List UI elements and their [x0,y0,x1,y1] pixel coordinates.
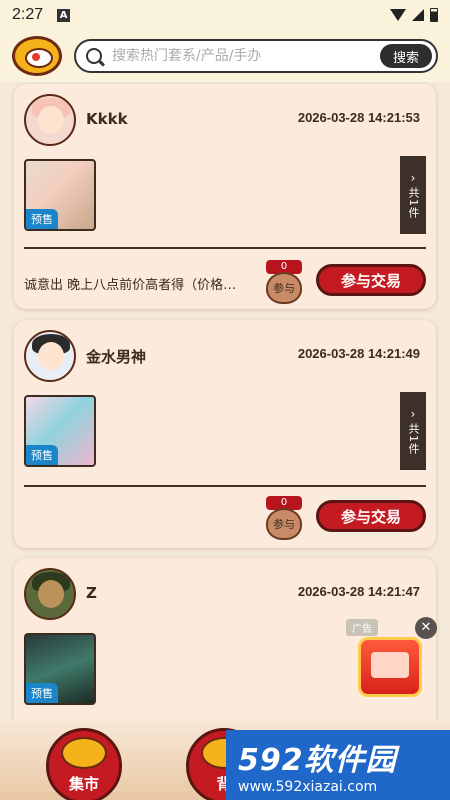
app-logo-icon[interactable] [12,36,62,76]
search-bar[interactable]: 搜索 [74,39,438,73]
post-timestamp: 2026-03-28 14:21:53 [297,110,420,125]
nav-market[interactable]: 集市 [46,728,122,800]
battery-icon [430,8,438,22]
username[interactable]: Z [86,584,97,602]
join-counter[interactable]: 0 参与 [264,496,306,542]
red-envelope-icon[interactable] [358,637,422,697]
post-timestamp: 2026-03-28 14:21:49 [297,346,420,361]
post-card[interactable]: Kkkk 2026-03-28 14:21:53 预售 › 共1件 诚意出 晚上… [14,84,436,309]
avatar[interactable] [24,568,76,620]
search-icon [86,48,102,64]
divider [24,247,426,249]
signal-icon [412,9,424,21]
post-description: 诚意出 晚上八点前价高者得（价格… [24,278,237,293]
watermark-url: www.592xiazai.com [238,779,378,795]
market-icon [61,737,107,769]
product-thumbnail[interactable]: 预售 [24,395,96,467]
join-trade-button[interactable]: 参与交易 [316,500,426,532]
chevron-right-icon: › [410,407,416,421]
product-thumbnail[interactable]: 预售 [24,159,96,231]
post-timestamp: 2026-03-28 14:21:47 [297,584,420,599]
search-button[interactable]: 搜索 [379,44,432,68]
username[interactable]: Kkkk [86,110,128,128]
divider [24,485,426,487]
notification-a-icon: A [57,8,71,22]
presale-badge: 预售 [26,445,58,465]
chevron-right-icon: › [410,171,416,185]
floating-ad[interactable]: 广告 ✕ [346,617,437,702]
ad-label: 广告 [346,619,378,636]
wifi-icon [390,9,406,21]
join-heart-icon: 参与 [266,272,302,304]
presale-badge: 预售 [26,683,58,703]
item-count-tab[interactable]: › 共1件 [400,392,426,470]
app-header: 搜索 [0,30,450,82]
search-input[interactable] [112,48,380,64]
close-icon[interactable]: ✕ [415,617,437,639]
watermark-title: 592软件园 [238,743,397,778]
presale-badge: 预售 [26,209,58,229]
username[interactable]: 金水男神 [86,346,146,367]
avatar[interactable] [24,94,76,146]
item-count-tab[interactable]: › 共1件 [400,156,426,234]
join-counter[interactable]: 0 参与 [264,260,306,306]
status-icons [390,8,438,22]
product-thumbnail[interactable]: 预售 [24,633,96,705]
avatar[interactable] [24,330,76,382]
status-bar: 2:27 A [0,0,450,30]
join-trade-button[interactable]: 参与交易 [316,264,426,296]
clock: 2:27 [12,6,44,23]
post-card[interactable]: 金水男神 2026-03-28 14:21:49 预售 › 共1件 0 参与 参… [14,320,436,548]
site-watermark: 592软件园 www.592xiazai.com [226,730,450,800]
join-heart-icon: 参与 [266,508,302,540]
